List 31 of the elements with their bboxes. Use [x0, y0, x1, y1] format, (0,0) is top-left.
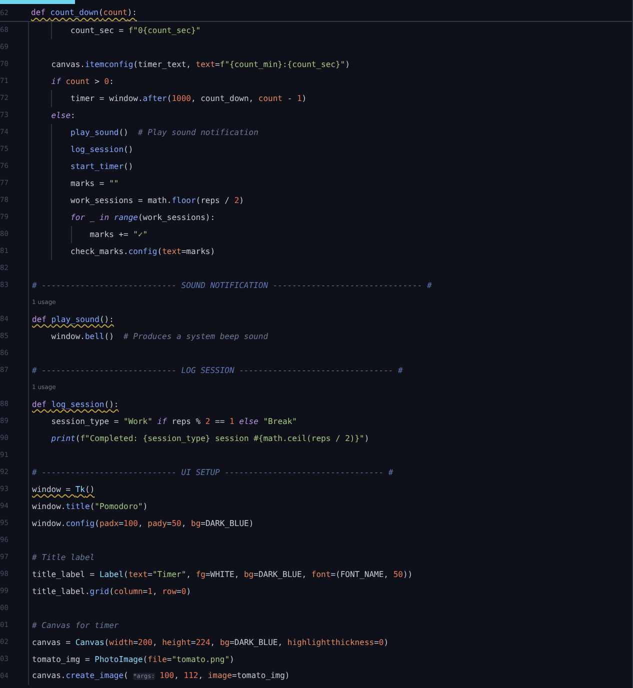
code-line: log_session(): [70, 144, 134, 154]
code-line: window.bell() # Produces a system beep sound: [50, 332, 268, 342]
code-line: title_label.grid(column=1, row=0): [32, 586, 192, 596]
code-line: def count_down(count):: [31, 8, 137, 18]
code-line: print(f"Completed: {session_type} session #{math.ceil(reps / 2)}"): [50, 434, 370, 444]
code-line: canvas = Canvas(width=200, height=224, bg=DARK_BLUE, highlightthickness=0): [32, 638, 389, 648]
code-line: title_label = Label(text="Timer", fg=WHITE, bg=DARK_BLUE, font=(FONT_NAME, 50)): [32, 570, 413, 580]
code-line: # Title label: [32, 552, 95, 562]
code-line: session_type = "Work" if reps % 2 == 1 else "Break": [50, 416, 297, 426]
code-line: def play_sound():: [32, 314, 114, 324]
code-line: window.title("Pomodoro"): [32, 502, 148, 512]
code-line: start_timer(): [70, 162, 134, 172]
code-line: def log_session():: [32, 400, 119, 410]
code-line: tomato_img = PhotoImage(file="tomato.png"): [32, 654, 234, 664]
code-line: else:: [50, 110, 76, 120]
code-line: window = Tk(): [32, 484, 95, 494]
code-line: for _ in range(work_sessions):: [70, 212, 216, 222]
code-line: # ---------------------------- SOUND NOTIFICATION ------------------------------- #: [32, 280, 432, 290]
code-line: count_sec = f"0{count_sec}": [70, 26, 201, 36]
code-line: if count > 0:: [50, 76, 114, 86]
code-line: marks = "": [70, 178, 119, 188]
code-line: canvas.itemconfig(timer_text, text=f"{count_min}:{count_sec}"): [50, 60, 350, 70]
code-line: check_marks.config(text=marks): [70, 246, 216, 256]
code-line: window.config(padx=100, pady=50, bg=DARK_BLUE): [32, 518, 254, 528]
code-line: # Canvas for timer: [32, 620, 119, 630]
code-line: marks += "✓": [88, 230, 148, 240]
code-line: # ---------------------------- LOG SESSION -------------------------------- #: [32, 366, 403, 376]
code-line: play_sound() # Play sound notification: [70, 128, 258, 138]
code-line: work_sessions = math.floor(reps / 2): [70, 196, 244, 206]
code-line: # ---------------------------- UI SETUP --------------------------------- #: [32, 468, 394, 478]
code-line: timer = window.after(1000, count_down, count - 1): [70, 94, 307, 104]
